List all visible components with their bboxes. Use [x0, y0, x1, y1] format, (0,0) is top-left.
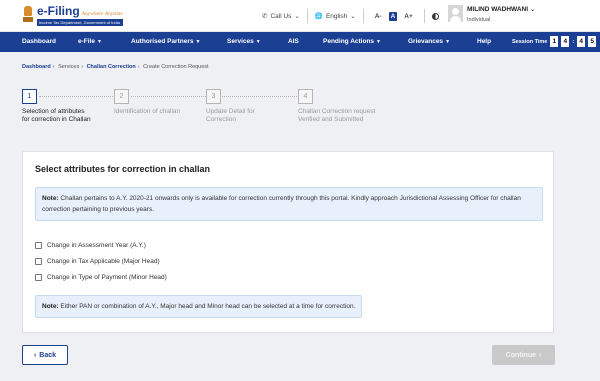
card-title: Select attributes for correction in chal…	[35, 164, 211, 174]
brand-subtitle: Income Tax Department, Government of Ind…	[37, 19, 123, 26]
language-label: English	[325, 12, 348, 20]
step-label: Identification of challan	[114, 108, 181, 115]
nav-services[interactable]: Services ▼	[227, 38, 261, 45]
top-header: e-Filing Anywhere Anytime Income Tax Dep…	[0, 0, 600, 32]
globe-icon: 🌐	[314, 13, 323, 20]
continue-button[interactable]: Continue ›	[492, 345, 555, 365]
user-role: Individual	[467, 17, 491, 23]
call-us-menu[interactable]: ✆ Call Us ⌄	[255, 9, 307, 23]
step-number: 4	[298, 89, 313, 104]
back-button[interactable]: ‹ Back	[22, 345, 68, 365]
user-name: MILIND WADHWANI	[467, 6, 529, 13]
note-text: Challan pertains to A.Y. 2020-21 onwards…	[42, 195, 521, 213]
step-1: 1 Selection of attributes for correction…	[22, 89, 92, 124]
chevron-left-icon: ‹	[33, 351, 37, 359]
nav-help[interactable]: Help	[477, 38, 491, 45]
chevron-down-icon: ▼	[255, 39, 261, 45]
font-increase-button[interactable]: A+	[400, 13, 417, 20]
session-digit: 5	[588, 36, 597, 47]
session-timer: Session Time 1 4 : 4 5	[512, 36, 597, 47]
brand-tagline: Anywhere Anytime	[81, 11, 123, 17]
step-label: Update Detail for Correction	[206, 108, 255, 123]
chevron-down-icon: ⌄	[294, 13, 300, 20]
option-major-head[interactable]: Change in Tax Applicable (Major Head)	[35, 253, 167, 269]
checkbox[interactable]	[35, 257, 42, 265]
session-digit: 4	[561, 36, 570, 47]
session-digit: 1	[550, 36, 559, 47]
user-profile-menu[interactable]: MILIND WADHWANI ⌄ Individual	[448, 5, 535, 23]
option-minor-head[interactable]: Change in Type of Payment (Minor Head)	[35, 269, 167, 285]
nav-authorised-partners[interactable]: Authorised Partners ▼	[131, 38, 200, 45]
note-selection-rule: Note: Either PAN or combination of A.Y.,…	[35, 295, 363, 318]
breadcrumb-dashboard[interactable]: Dashboard	[22, 64, 51, 70]
chevron-down-icon: ▼	[445, 39, 451, 45]
checkbox[interactable]	[35, 241, 42, 249]
language-selector[interactable]: 🌐 English ⌄	[306, 9, 363, 23]
correction-attributes-card: Select attributes for correction in chal…	[22, 151, 554, 333]
chevron-down-icon: ▼	[195, 39, 201, 45]
font-decrease-button[interactable]: A-	[371, 13, 386, 20]
note-prefix: Note:	[42, 195, 59, 202]
chevron-down-icon: ⌄	[529, 6, 536, 13]
nav-efile[interactable]: e-File ▼	[78, 38, 102, 45]
continue-label: Continue	[505, 351, 536, 359]
note-prefix: Note:	[42, 303, 59, 310]
back-label: Back	[39, 351, 57, 359]
brand-name: e-Filing	[37, 4, 80, 18]
nav-grievances[interactable]: Grievances ▼	[408, 38, 450, 45]
font-default-button[interactable]: A	[388, 11, 398, 21]
chevron-down-icon: ▼	[96, 39, 102, 45]
note-assessment-year: Note: Challan pertains to A.Y. 2020-21 o…	[35, 187, 543, 221]
breadcrumb-challan-correction[interactable]: Challan Correction	[87, 64, 136, 70]
note-text: Either PAN or combination of A.Y., Major…	[60, 303, 356, 310]
chevron-right-icon: ›	[538, 351, 542, 359]
contrast-icon	[431, 12, 439, 20]
breadcrumb-current: Create Correction Request	[143, 64, 209, 70]
step-3: 3 Update Detail for Correction	[206, 89, 276, 124]
step-4: 4 Challan Correction request Verified an…	[298, 89, 378, 124]
session-digit: 4	[577, 36, 586, 47]
checkbox[interactable]	[35, 273, 42, 281]
attribute-options: Change in Assessment Year (A.Y.) Change …	[35, 237, 167, 285]
option-label: Change in Type of Payment (Minor Head)	[47, 273, 167, 281]
option-assessment-year[interactable]: Change in Assessment Year (A.Y.)	[35, 237, 167, 253]
step-label: Challan Correction request Verified and …	[298, 108, 376, 123]
nav-ais[interactable]: AIS	[288, 38, 299, 45]
contrast-toggle[interactable]	[423, 9, 446, 23]
breadcrumb: Dashboard › Services › Challan Correction ›…	[22, 64, 209, 70]
step-number: 2	[114, 89, 129, 104]
nav-dashboard[interactable]: Dashboard	[22, 38, 56, 45]
phone-icon: ✆	[262, 13, 268, 20]
option-label: Change in Assessment Year (A.Y.)	[47, 241, 146, 249]
call-us-label: Call Us	[270, 12, 292, 20]
font-size-controls: A- A A+	[362, 9, 424, 23]
breadcrumb-services: Services	[58, 64, 80, 70]
session-label: Session Time	[512, 38, 548, 45]
main-nav: Dashboard e-File ▼ Authorised Partners ▼ S…	[0, 32, 600, 52]
efiling-logo[interactable]: e-Filing Anywhere Anytime Income Tax Dep…	[22, 4, 123, 26]
avatar	[448, 5, 463, 22]
chevron-down-icon: ⌄	[350, 13, 356, 20]
step-label: Selection of attributes for correction i…	[22, 108, 91, 123]
step-number: 3	[206, 89, 221, 104]
option-label: Change in Tax Applicable (Major Head)	[47, 257, 160, 265]
nav-pending-actions[interactable]: Pending Actions ▼	[323, 38, 381, 45]
step-number: 1	[22, 89, 37, 104]
chevron-down-icon: ▼	[376, 39, 381, 45]
national-emblem-icon	[22, 4, 34, 26]
step-2: 2 Identification of challan	[114, 89, 184, 116]
